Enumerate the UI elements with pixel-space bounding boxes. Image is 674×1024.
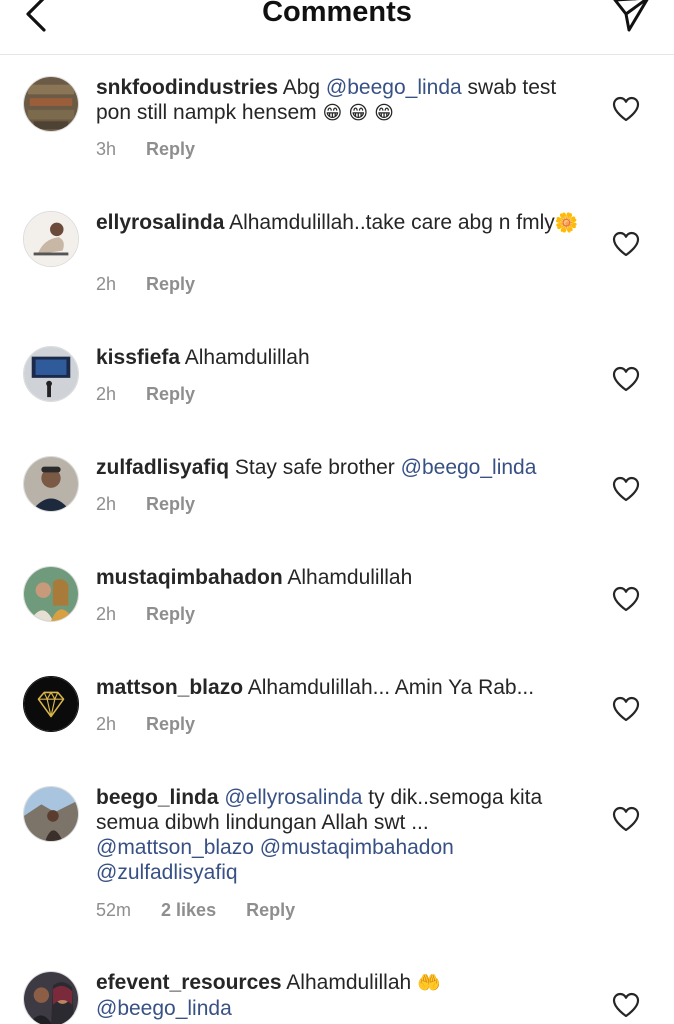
grin-emoji: 😁 😁 😁 (322, 102, 394, 124)
heart-icon[interactable] (612, 586, 640, 612)
comment-meta: 52m 2 likes Reply (96, 900, 320, 921)
reply-button[interactable]: Reply (146, 494, 195, 515)
comment-meta: 2h Reply (96, 274, 220, 295)
avatar[interactable] (23, 456, 79, 512)
comment-username[interactable]: zulfadlisyafiq (96, 456, 229, 479)
reply-button[interactable]: Reply (146, 604, 195, 625)
comment-time: 2h (96, 714, 117, 734)
comment-text-part: Alhamdulillah... Amin Ya Rab... (247, 676, 535, 699)
comment-time: 2h (96, 384, 117, 404)
comment-time: 2h (96, 494, 117, 514)
comment-text: kissfiefa Alhamdulillah (96, 345, 586, 370)
comment-meta: 3h Reply (96, 139, 220, 160)
share-button[interactable] (606, 0, 656, 36)
heart-icon[interactable] (612, 992, 640, 1018)
top-bar: Comments (0, 0, 674, 55)
reply-button[interactable]: Reply (146, 274, 195, 295)
mention-link[interactable]: @zulfadlisyafiq (96, 861, 238, 884)
comment-text-part: Alhamdulillah (184, 346, 310, 369)
comment-text: zulfadlisyafiq Stay safe brother @beego_… (96, 455, 586, 480)
avatar[interactable] (23, 76, 79, 132)
reply-button[interactable]: Reply (246, 900, 295, 921)
heart-icon[interactable] (612, 96, 640, 122)
comment-username[interactable]: kissfiefa (96, 346, 180, 369)
comment-username[interactable]: ellyrosalinda (96, 211, 224, 234)
comment-text-part: Stay safe brother (234, 456, 401, 479)
reply-button[interactable]: Reply (146, 139, 195, 160)
likes-count[interactable]: 2 likes (161, 900, 216, 921)
avatar[interactable] (23, 346, 79, 402)
comment-text: mattson_blazo Alhamdulillah... Amin Ya R… (96, 675, 586, 700)
comment-time: 52m (96, 900, 132, 920)
page-title: Comments (262, 0, 412, 28)
heart-icon[interactable] (612, 476, 640, 502)
mention-link[interactable]: @beego_linda (326, 76, 462, 99)
comment-time: 3h (96, 139, 117, 159)
comment-username[interactable]: efevent_resources (96, 971, 282, 994)
flower-emoji: 🌼 (554, 212, 579, 234)
comment-text: mustaqimbahadon Alhamdulillah (96, 565, 586, 590)
heart-icon[interactable] (612, 806, 640, 832)
avatar[interactable] (23, 971, 79, 1024)
avatar[interactable] (23, 786, 79, 842)
comment-meta: 2h Reply (96, 384, 220, 405)
comment-text: beego_linda @ellyrosalinda ty dik..semog… (96, 785, 576, 885)
comment-text: efevent_resources Alhamdulillah 🤲 @beego_… (96, 970, 586, 1021)
mention-link[interactable]: @beego_linda (401, 456, 537, 479)
avatar[interactable] (23, 566, 79, 622)
comment-text-part: Alhamdulillah (287, 566, 413, 589)
palms-up-emoji: 🤲 (417, 972, 441, 994)
comment-username[interactable]: snkfoodindustries (96, 76, 278, 99)
heart-icon[interactable] (612, 696, 640, 722)
mention-link[interactable]: @beego_linda (96, 997, 232, 1020)
reply-button[interactable]: Reply (146, 714, 195, 735)
avatar[interactable] (23, 676, 79, 732)
comment-username[interactable]: mustaqimbahadon (96, 566, 283, 589)
comment-username[interactable]: mattson_blazo (96, 676, 243, 699)
heart-icon[interactable] (612, 231, 640, 257)
comment-text-part: Alhamdulillah (286, 971, 418, 994)
paper-plane-icon (613, 0, 649, 32)
mention-link[interactable]: @mustaqimbahadon (260, 836, 454, 859)
mention-link[interactable]: @ellyrosalinda (224, 786, 362, 809)
comment-meta: 2h Reply (96, 494, 220, 515)
comment-text-part: Abg (282, 76, 326, 99)
comment-text-part: Alhamdulillah..take care abg n fmly (229, 211, 555, 234)
comment-meta: 2h Reply (96, 714, 220, 735)
comment-text: ellyrosalinda Alhamdulillah..take care a… (96, 210, 586, 236)
comment-meta: 2h Reply (96, 604, 220, 625)
comment-time: 2h (96, 274, 117, 294)
comment-text: snkfoodindustries Abg @beego_linda swab … (96, 75, 586, 126)
comment-time: 2h (96, 604, 117, 624)
mention-link[interactable]: @mattson_blazo (96, 836, 254, 859)
comment-username[interactable]: beego_linda (96, 786, 219, 809)
heart-icon[interactable] (612, 366, 640, 392)
avatar[interactable] (23, 211, 79, 267)
reply-button[interactable]: Reply (146, 384, 195, 405)
